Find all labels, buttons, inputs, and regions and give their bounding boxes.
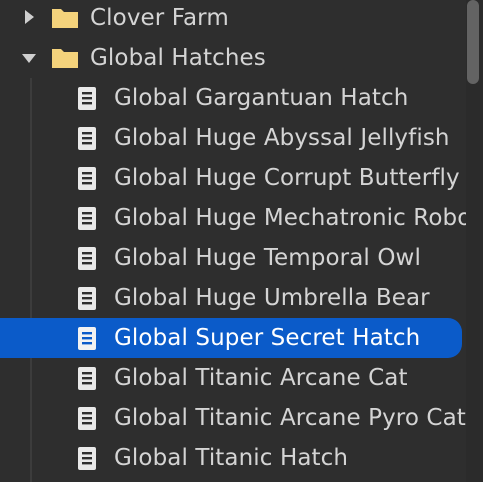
tree-folder-clover-farm[interactable]: Clover Farm bbox=[0, 0, 466, 38]
script-file-icon bbox=[78, 247, 96, 270]
tree-item-label: Global Huge Abyssal Jellyfish bbox=[114, 125, 450, 151]
tree-item-label: Global Titanic Hatch bbox=[114, 445, 349, 471]
script-file-icon bbox=[78, 367, 96, 390]
tree-item-selected[interactable]: Global Super Secret Hatch bbox=[0, 318, 462, 358]
script-file-icon bbox=[78, 87, 96, 110]
tree-item[interactable]: Global Titanic Arcane Pyro Cat bbox=[0, 398, 466, 438]
tree-folder-global-hatches[interactable]: Global Hatches bbox=[0, 38, 466, 78]
scrollbar-thumb[interactable] bbox=[467, 0, 479, 84]
chevron-down-icon[interactable] bbox=[22, 54, 36, 63]
tree-item[interactable]: Global Huge Abyssal Jellyfish bbox=[0, 118, 466, 158]
tree-item-label: Global Gargantuan Hatch bbox=[114, 85, 409, 111]
script-file-icon bbox=[78, 207, 96, 230]
tree-item[interactable]: Global Titanic Hatch bbox=[0, 438, 466, 478]
script-file-icon bbox=[78, 167, 96, 190]
script-file-icon bbox=[78, 327, 96, 350]
tree-item-label: Global Huge Corrupt Butterfly bbox=[114, 165, 460, 191]
tree-item[interactable]: Global Titanic Arcane Cat bbox=[0, 358, 466, 398]
tree-item-label: Global Huge Mechatronic Robot bbox=[114, 205, 466, 231]
tree-item-label: Global Titanic Arcane Pyro Cat bbox=[114, 405, 466, 431]
tree-item[interactable]: Global Huge Corrupt Butterfly bbox=[0, 158, 466, 198]
tree-item-label: Global Huge Umbrella Bear bbox=[114, 285, 430, 311]
explorer-tree: Clover Farm Global Hatches Global Gargan… bbox=[0, 0, 466, 482]
tree-item[interactable]: Global Huge Mechatronic Robot bbox=[0, 198, 466, 238]
tree-item-label: Global Huge Temporal Owl bbox=[114, 245, 421, 271]
tree-item-label: Global Titanic Arcane Cat bbox=[114, 365, 408, 391]
script-file-icon bbox=[78, 407, 96, 430]
folder-icon bbox=[52, 49, 78, 68]
tree-item-label: Global Super Secret Hatch bbox=[114, 325, 421, 351]
tree-item[interactable]: Global Huge Temporal Owl bbox=[0, 238, 466, 278]
script-file-icon bbox=[78, 287, 96, 310]
tree-item[interactable]: Global Gargantuan Hatch bbox=[0, 78, 466, 118]
script-file-icon bbox=[78, 447, 96, 470]
tree-item[interactable]: Global Huge Umbrella Bear bbox=[0, 278, 466, 318]
chevron-right-icon[interactable] bbox=[25, 10, 34, 24]
tree-folder-label: Global Hatches bbox=[90, 45, 266, 71]
folder-icon bbox=[52, 9, 78, 28]
tree-folder-label: Clover Farm bbox=[90, 5, 229, 31]
script-file-icon bbox=[78, 127, 96, 150]
